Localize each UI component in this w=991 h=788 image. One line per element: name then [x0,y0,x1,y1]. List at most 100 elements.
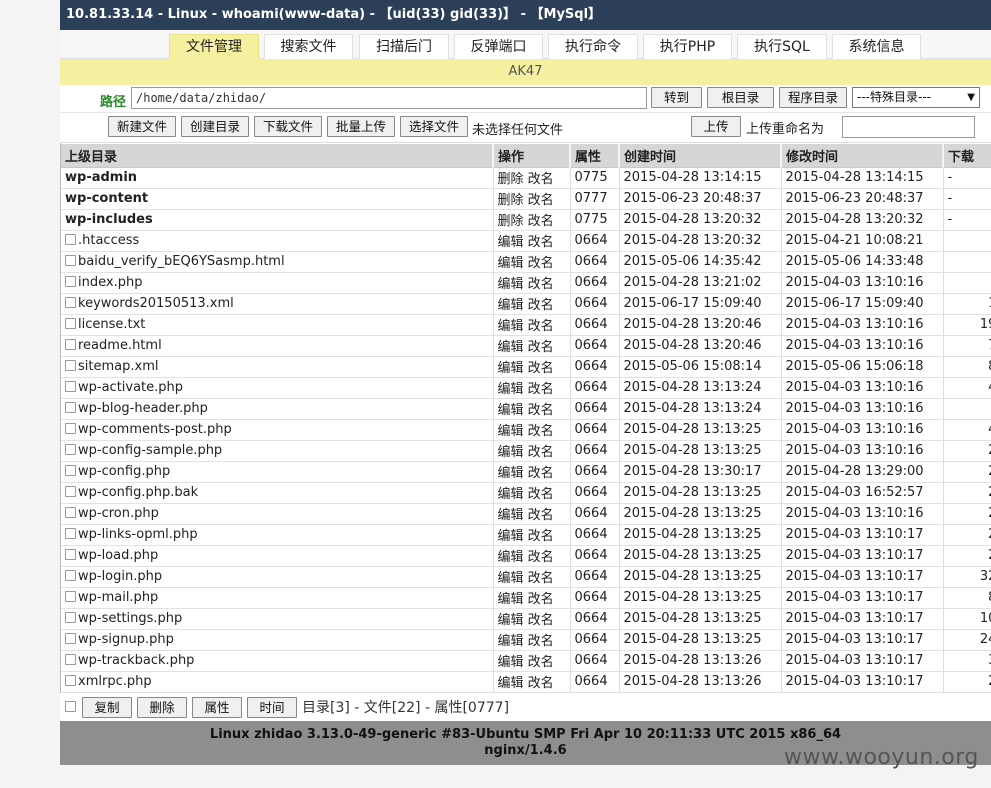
perm-cell[interactable]: 0775 [570,209,620,231]
size-cell[interactable]: 8. [943,356,991,378]
perm-cell[interactable]: 0664 [570,545,620,567]
rename-link[interactable]: 改名 [528,172,554,187]
delete-link[interactable]: 删除 [498,214,524,229]
mtime-cell[interactable]: 2015-04-03 13:10:17 [781,587,944,609]
rename-input[interactable] [842,116,975,138]
size-cell[interactable] [943,251,991,273]
rename-link[interactable]: 改名 [528,487,554,502]
tab-file-manager[interactable]: 文件管理 [169,34,259,59]
file-name-cell[interactable]: xmlrpc.php [61,671,494,693]
ctime-cell[interactable]: 2015-04-28 13:13:25 [619,545,782,567]
rename-link[interactable]: 改名 [528,550,554,565]
ctime-cell[interactable]: 2015-04-28 13:13:26 [619,671,782,693]
perm-cell[interactable]: 0664 [570,671,620,693]
size-cell[interactable]: 2. [943,671,991,693]
edit-link[interactable]: 编辑 [498,466,524,481]
file-link[interactable]: .htaccess [78,233,139,248]
row-checkbox[interactable] [65,486,76,497]
file-link[interactable]: sitemap.xml [78,359,158,374]
edit-link[interactable]: 编辑 [498,424,524,439]
file-name-cell[interactable]: wp-config-sample.php [61,440,494,462]
file-link[interactable]: wp-mail.php [78,590,158,605]
row-checkbox[interactable] [65,402,76,413]
dir-link[interactable]: wp-admin [65,170,137,185]
rename-link[interactable]: 改名 [528,403,554,418]
file-name-cell[interactable]: wp-login.php [61,566,494,588]
perm-cell[interactable]: 0664 [570,293,620,315]
tab-search-file[interactable]: 搜索文件 [264,34,353,59]
file-link[interactable]: wp-load.php [78,548,158,563]
rename-link[interactable]: 改名 [528,655,554,670]
edit-link[interactable]: 编辑 [498,613,524,628]
ctime-cell[interactable]: 2015-04-28 13:20:46 [619,335,782,357]
tab-reverse-port[interactable]: 反弹端口 [454,34,543,59]
col-parent-dir[interactable]: 上级目录 [61,144,494,168]
row-checkbox[interactable] [65,507,76,518]
edit-link[interactable]: 编辑 [498,508,524,523]
file-name-cell[interactable]: .htaccess [61,230,494,252]
file-name-cell[interactable]: wp-settings.php [61,608,494,630]
rename-link[interactable]: 改名 [528,382,554,397]
rename-link[interactable]: 改名 [528,529,554,544]
new-dir-button[interactable]: 创建目录 [181,116,249,137]
file-link[interactable]: wp-comments-post.php [78,422,232,437]
file-link[interactable]: wp-config-sample.php [78,443,222,458]
mtime-cell[interactable]: 2015-04-21 10:08:21 [781,230,944,252]
size-cell[interactable]: 2. [943,461,991,483]
tab-exec-sql[interactable]: 执行SQL [737,34,827,59]
mtime-cell[interactable]: 2015-04-03 13:10:17 [781,650,944,672]
file-link[interactable]: wp-login.php [78,569,162,584]
edit-link[interactable]: 编辑 [498,529,524,544]
edit-link[interactable]: 编辑 [498,340,524,355]
perm-cell[interactable]: 0664 [570,587,620,609]
mtime-cell[interactable]: 2015-04-03 13:10:16 [781,335,944,357]
file-name-cell[interactable]: readme.html [61,335,494,357]
row-checkbox[interactable] [65,339,76,350]
edit-link[interactable]: 编辑 [498,403,524,418]
file-link[interactable]: wp-blog-header.php [78,401,208,416]
download-file-button[interactable]: 下载文件 [254,116,322,137]
ctime-cell[interactable]: 2015-04-28 13:13:26 [619,650,782,672]
mtime-cell[interactable]: 2015-04-03 16:52:57 [781,482,944,504]
rename-link[interactable]: 改名 [528,277,554,292]
mtime-cell[interactable]: 2015-04-03 13:10:16 [781,503,944,525]
row-checkbox[interactable] [65,255,76,266]
size-cell[interactable]: - [943,167,991,189]
mtime-cell[interactable]: 2015-04-03 13:10:17 [781,524,944,546]
perm-cell[interactable]: 0664 [570,440,620,462]
size-cell[interactable]: 8. [943,587,991,609]
mtime-cell[interactable]: 2015-06-17 15:09:40 [781,293,944,315]
file-name-cell[interactable]: sitemap.xml [61,356,494,378]
rename-link[interactable]: 改名 [528,508,554,523]
file-link[interactable]: wp-config.php.bak [78,485,198,500]
file-name-cell[interactable]: wp-signup.php [61,629,494,651]
edit-link[interactable]: 编辑 [498,487,524,502]
edit-link[interactable]: 编辑 [498,571,524,586]
row-checkbox[interactable] [65,465,76,476]
rename-link[interactable]: 改名 [528,424,554,439]
batch-upload-button[interactable]: 批量上传 [327,116,395,137]
delete-link[interactable]: 删除 [498,193,524,208]
ctime-cell[interactable]: 2015-04-28 13:13:25 [619,503,782,525]
perm-cell[interactable]: 0664 [570,314,620,336]
new-file-button[interactable]: 新建文件 [108,116,176,137]
rename-link[interactable]: 改名 [528,634,554,649]
mtime-cell[interactable]: 2015-04-03 13:10:17 [781,545,944,567]
file-link[interactable]: index.php [78,275,142,290]
edit-link[interactable]: 编辑 [498,676,524,691]
row-checkbox[interactable] [65,591,76,602]
mtime-cell[interactable]: 2015-04-03 13:10:17 [781,566,944,588]
ctime-cell[interactable]: 2015-04-28 13:20:46 [619,314,782,336]
size-cell[interactable]: 4. [943,377,991,399]
file-name-cell[interactable]: license.txt [61,314,494,336]
size-cell[interactable]: 2. [943,440,991,462]
rename-link[interactable]: 改名 [528,319,554,334]
edit-link[interactable]: 编辑 [498,634,524,649]
file-link[interactable]: wp-links-opml.php [78,527,198,542]
edit-link[interactable]: 编辑 [498,592,524,607]
file-link[interactable]: wp-cron.php [78,506,159,521]
row-checkbox[interactable] [65,423,76,434]
mtime-cell[interactable]: 2015-04-03 13:10:17 [781,629,944,651]
size-cell[interactable]: - [943,209,991,231]
ctime-cell[interactable]: 2015-04-28 13:13:24 [619,377,782,399]
